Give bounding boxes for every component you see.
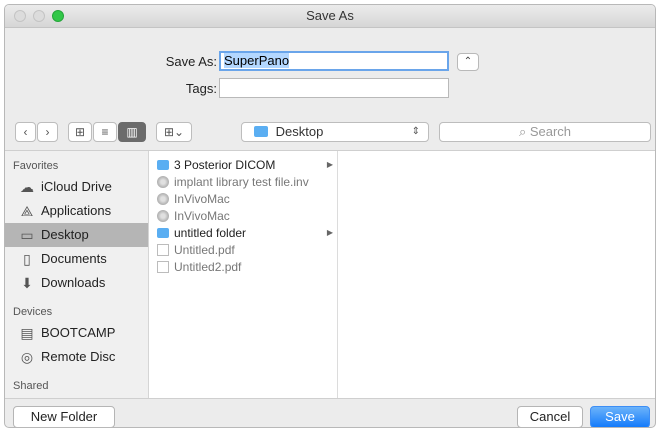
sidebar-item-label: iCloud Drive xyxy=(41,179,112,194)
sidebar-item-label: Desktop xyxy=(41,227,89,242)
applications-icon: ⟁ xyxy=(20,203,34,219)
devices-heading: Devices xyxy=(13,306,53,318)
documents-icon: ▯ xyxy=(23,251,31,267)
downloads-icon: ⬇ xyxy=(21,275,33,291)
search-placeholder: Search xyxy=(529,124,572,139)
sidebar-item-label: Applications xyxy=(41,203,112,218)
folder-icon xyxy=(157,228,169,238)
save-as-value: SuperPano xyxy=(224,53,290,68)
list-view-button[interactable]: ≡ xyxy=(93,122,117,142)
expand-dialog-button[interactable]: ⌃ xyxy=(457,53,479,71)
tags-label: Tags: xyxy=(185,81,217,96)
icon-view-button[interactable]: ⊞ xyxy=(68,122,92,142)
sidebar-item-applications[interactable]: ⟁ Applications xyxy=(5,199,148,223)
sidebar-item-downloads[interactable]: ⬇ Downloads xyxy=(5,271,148,295)
file-name: untitled folder xyxy=(174,226,247,240)
disk-icon: ▤ xyxy=(20,325,34,341)
file-name: implant library test file.inv xyxy=(174,175,309,189)
file-row[interactable]: Untitled.pdf xyxy=(149,242,337,258)
save-button[interactable]: Save xyxy=(590,406,650,427)
list-icon: ≡ xyxy=(101,125,109,139)
document-icon xyxy=(157,244,169,256)
file-name: Untitled2.pdf xyxy=(174,260,242,274)
disc-image-icon xyxy=(157,210,169,222)
disc-image-icon xyxy=(157,176,169,188)
file-row[interactable]: InVivoMac xyxy=(149,208,337,224)
cancel-button[interactable]: Cancel xyxy=(517,406,583,427)
tags-input[interactable] xyxy=(219,78,449,98)
sidebar-item-label: Remote Disc xyxy=(41,349,116,364)
folder-icon xyxy=(254,126,268,138)
desktop-icon: ▭ xyxy=(20,227,34,243)
column-view-button[interactable]: ▥ xyxy=(118,122,146,142)
favorites-heading: Favorites xyxy=(13,160,59,172)
save-as-label: Save As: xyxy=(165,54,217,69)
title-bar[interactable]: Save As xyxy=(5,5,655,28)
file-browser: Favorites Devices Shared ☁ iCloud Drive ⟁ A… xyxy=(5,150,655,399)
disclosure-arrow-icon: ▶ xyxy=(326,160,333,169)
sidebar: Favorites Devices Shared ☁ iCloud Drive ⟁ A… xyxy=(5,151,149,398)
search-field[interactable]: ⌕ Search xyxy=(439,122,651,142)
chevron-up-icon: ⌃ xyxy=(463,56,473,67)
columns-icon: ▥ xyxy=(126,125,138,139)
sidebar-item-remote-disc[interactable]: ◎ Remote Disc xyxy=(5,345,148,369)
sidebar-item-label: Downloads xyxy=(41,275,106,290)
disc-icon: ◎ xyxy=(20,349,34,365)
location-popup[interactable]: Desktop ⇕ xyxy=(241,122,429,142)
chevron-left-icon: ‹ xyxy=(23,125,28,139)
cloud-icon: ☁ xyxy=(20,179,34,195)
disclosure-arrow-icon: ▶ xyxy=(326,228,333,237)
file-name: InVivoMac xyxy=(174,192,230,206)
sidebar-item-label: BOOTCAMP xyxy=(41,325,116,340)
forward-button[interactable]: › xyxy=(37,122,58,142)
updown-icon: ⇕ xyxy=(411,126,420,137)
back-button[interactable]: ‹ xyxy=(15,122,36,142)
disc-image-icon xyxy=(157,193,169,205)
folder-icon xyxy=(157,160,169,170)
save-as-input[interactable]: SuperPano xyxy=(219,51,449,71)
file-row[interactable]: implant library test file.inv xyxy=(149,174,337,190)
file-name: Untitled.pdf xyxy=(174,243,235,257)
search-icon: ⌕ xyxy=(518,124,527,139)
chevron-right-icon: › xyxy=(45,125,50,139)
sidebar-item-icloud-drive[interactable]: ☁ iCloud Drive xyxy=(5,175,148,199)
sidebar-item-desktop[interactable]: ▭ Desktop xyxy=(5,223,148,247)
file-name: InVivoMac xyxy=(174,209,230,223)
window-title: Save As xyxy=(306,8,354,23)
file-row[interactable]: InVivoMac xyxy=(149,191,337,207)
location-label: Desktop xyxy=(275,124,324,139)
arrange-icon: ⊞⌄ xyxy=(163,125,185,139)
sidebar-item-bootcamp[interactable]: ▤ BOOTCAMP xyxy=(5,321,148,345)
sidebar-item-documents[interactable]: ▯ Documents xyxy=(5,247,148,271)
grid-icon: ⊞ xyxy=(74,125,86,139)
file-row[interactable]: 3 Posterior DICOM ▶ xyxy=(149,157,337,173)
file-column: 3 Posterior DICOM ▶ implant library test f… xyxy=(149,151,338,398)
file-row[interactable]: untitled folder ▶ xyxy=(149,225,337,241)
new-folder-button[interactable]: New Folder xyxy=(13,406,115,427)
sidebar-item-label: Documents xyxy=(41,251,107,266)
file-name: 3 Posterior DICOM xyxy=(174,158,276,172)
save-as-dialog: Save As Save As: SuperPano ⌃ Tags: ‹ › ⊞… xyxy=(4,4,656,428)
shared-heading: Shared xyxy=(13,380,49,392)
document-icon xyxy=(157,261,169,273)
arrange-button[interactable]: ⊞⌄ xyxy=(156,122,192,142)
file-row[interactable]: Untitled2.pdf xyxy=(149,259,337,275)
